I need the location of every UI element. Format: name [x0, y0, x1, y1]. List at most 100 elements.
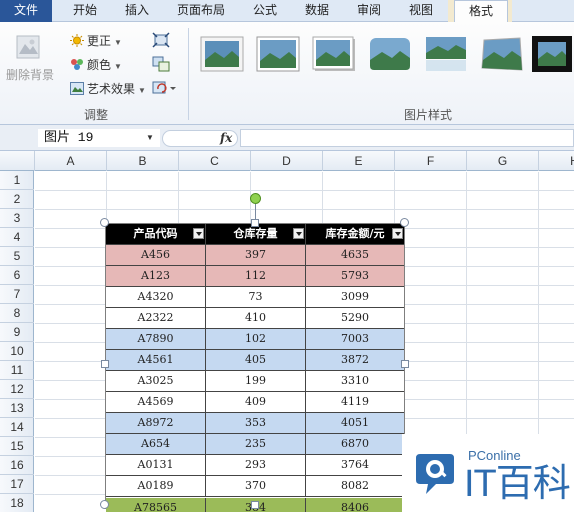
picture-table-cell: A4320	[106, 287, 206, 307]
formula-input[interactable]	[240, 129, 574, 147]
picture-table-row: A4320 73 3099	[106, 287, 404, 308]
column-header-g[interactable]: G	[467, 151, 539, 171]
column-header-c[interactable]: C	[179, 151, 251, 171]
artistic-effects-button[interactable]: 艺术效果 ▼	[70, 80, 146, 97]
row-header-18[interactable]: 18	[0, 494, 34, 512]
resize-handle-bottom[interactable]	[251, 501, 259, 509]
chevron-down-icon: ▼	[138, 86, 146, 95]
column-header-b[interactable]: B	[107, 151, 179, 171]
picture-style-beveled[interactable]	[256, 36, 300, 72]
resize-handle-top-left[interactable]	[100, 218, 109, 227]
row-header-9[interactable]: 9	[0, 323, 34, 342]
name-box[interactable]: 图片 19	[38, 129, 160, 147]
column-header-f[interactable]: F	[395, 151, 467, 171]
reset-picture-icon[interactable]	[152, 80, 178, 96]
column-header-h[interactable]: H	[539, 151, 574, 171]
picture-table-cell: 8082	[341, 479, 369, 492]
picture-table-cell: 370	[206, 476, 306, 496]
row-header-6[interactable]: 6	[0, 266, 34, 285]
resize-handle-right[interactable]	[401, 360, 409, 368]
row-header-13[interactable]: 13	[0, 399, 34, 418]
picture-table-row: A0189 370 8082	[106, 476, 404, 497]
tab-data[interactable]: 数据	[294, 0, 340, 22]
tab-review[interactable]: 审阅	[346, 0, 392, 22]
row-header-4[interactable]: 4	[0, 228, 34, 247]
column-header-a[interactable]: A	[35, 151, 107, 171]
picture-table-header-cell: 产品代码	[106, 224, 206, 244]
picture-style-soft-edge[interactable]	[368, 36, 412, 72]
picture-table-row: A4569 409 4119	[106, 392, 404, 413]
row-header-3[interactable]: 3	[0, 209, 34, 228]
picture-style-perspective[interactable]	[480, 36, 524, 72]
adjust-group-label: 调整	[84, 108, 109, 122]
tab-insert[interactable]: 插入	[114, 0, 160, 22]
picture-table-cell: 405	[206, 350, 306, 370]
picture-table-cell: 5290	[341, 311, 369, 324]
remove-background-button[interactable]: 删除背景	[6, 66, 54, 83]
row-header-8[interactable]: 8	[0, 304, 34, 323]
select-all-corner[interactable]	[0, 151, 35, 171]
picture-style-thick-black-frame[interactable]	[532, 36, 572, 72]
picture-table-cell: A0131	[106, 455, 206, 475]
corrections-button[interactable]: 更正 ▼	[70, 32, 122, 49]
resize-handle-left[interactable]	[101, 360, 109, 368]
picture-table-cell: 199	[206, 371, 306, 391]
rotation-handle[interactable]	[250, 193, 261, 204]
insert-function-button[interactable]: fx	[220, 129, 232, 147]
resize-handle-top[interactable]	[251, 219, 259, 227]
picture-style-reflected[interactable]	[424, 36, 468, 72]
picture-table-cell: A2322	[106, 308, 206, 328]
embedded-picture[interactable]: 产品代码 仓库存量 库存金额/元 A456 397 4635 A123 112 5793 A432…	[105, 223, 405, 512]
row-header-15[interactable]: 15	[0, 437, 34, 456]
column-header-e[interactable]: E	[323, 151, 395, 171]
chevron-down-icon: ▼	[114, 62, 122, 71]
compress-pictures-icon[interactable]	[152, 32, 170, 48]
name-box-dropdown-icon[interactable]: ▼	[146, 129, 154, 147]
artistic-effects-label: 艺术效果	[87, 82, 136, 96]
picture-table-cell: 7003	[341, 332, 369, 345]
ribbon: 删除背景 更正 ▼ 颜色 ▼ 艺术效果 ▼ 调整 图片样式	[0, 22, 574, 125]
picture-table-row: A8972 353 4051	[106, 413, 404, 434]
picture-table-header-cell: 库存金额/元	[325, 227, 385, 240]
color-button[interactable]: 颜色 ▼	[70, 56, 122, 73]
resize-handle-bottom-left[interactable]	[100, 500, 109, 509]
row-header-1[interactable]: 1	[0, 171, 34, 190]
picture-table-cell: 3764	[341, 458, 369, 471]
row-header-17[interactable]: 17	[0, 475, 34, 494]
tab-file[interactable]: 文件	[0, 0, 52, 22]
picture-table-row: A2322 410 5290	[106, 308, 404, 329]
row-header-11[interactable]: 11	[0, 361, 34, 380]
row-header-7[interactable]: 7	[0, 285, 34, 304]
picture-table-cell: A78565	[106, 498, 206, 512]
chevron-down-icon: ▼	[114, 38, 122, 47]
picture-table-row: A456 397 4635	[106, 245, 404, 266]
artistic-effects-icon	[70, 82, 84, 95]
tab-home[interactable]: 开始	[62, 0, 108, 22]
watermark-brand: PConline	[468, 448, 521, 463]
rotation-handle-stem	[255, 204, 256, 219]
tab-formulas[interactable]: 公式	[242, 0, 288, 22]
row-header-14[interactable]: 14	[0, 418, 34, 437]
row-header-12[interactable]: 12	[0, 380, 34, 399]
corrections-label: 更正	[87, 34, 112, 48]
tab-page-layout[interactable]: 页面布局	[168, 0, 234, 22]
picture-style-simple-frame[interactable]	[200, 36, 244, 72]
tab-format[interactable]: 格式	[454, 0, 508, 23]
row-header-10[interactable]: 10	[0, 342, 34, 361]
tab-view[interactable]: 视图	[398, 0, 444, 22]
picture-table-cell: A7890	[106, 329, 206, 349]
picture-table-header-row: 产品代码 仓库存量 库存金额/元	[106, 224, 404, 245]
picture-table-row: A123 112 5793	[106, 266, 404, 287]
column-header-d[interactable]: D	[251, 151, 323, 171]
row-header-2[interactable]: 2	[0, 190, 34, 209]
picture-table-cell: 235	[206, 434, 306, 454]
picture-table-cell: 3099	[341, 290, 369, 303]
picture-style-shadow[interactable]	[312, 36, 356, 72]
picture-table-cell: A654	[106, 434, 206, 454]
resize-handle-top-right[interactable]	[400, 218, 409, 227]
change-picture-icon[interactable]	[152, 56, 170, 72]
row-header-16[interactable]: 16	[0, 456, 34, 475]
row-header-5[interactable]: 5	[0, 247, 34, 266]
filter-dropdown-icon	[193, 228, 204, 239]
column-header-bar: A B C D E F G H	[0, 151, 574, 171]
